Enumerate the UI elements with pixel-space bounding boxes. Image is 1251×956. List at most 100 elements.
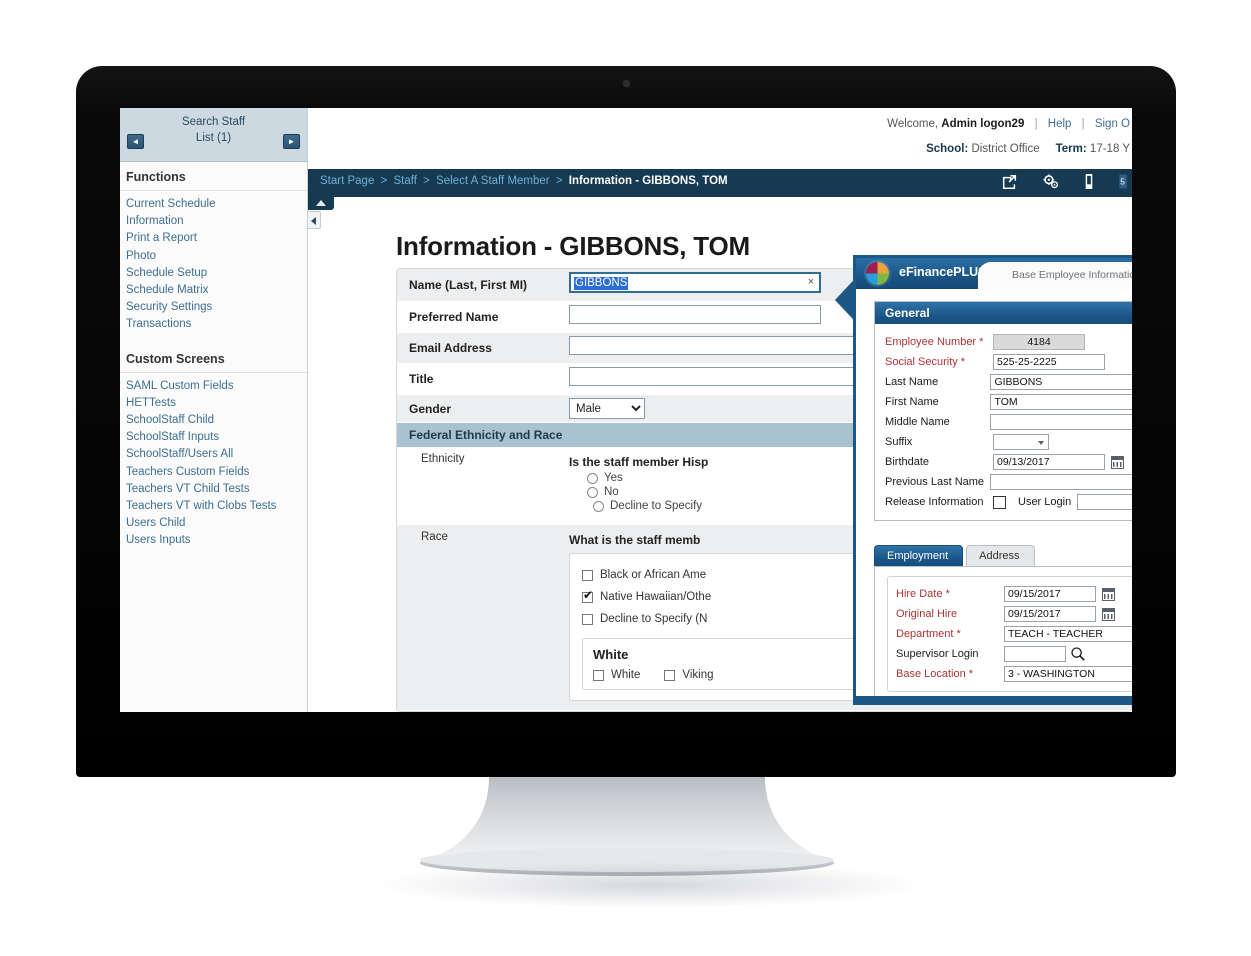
- release-information-label: Release Information: [885, 496, 984, 508]
- base-location-label: Base Location *: [896, 668, 974, 680]
- note-icon[interactable]: [1085, 174, 1093, 189]
- previous-last-name-label: Previous Last Name: [885, 476, 985, 488]
- user-name: Admin logon29: [941, 118, 1025, 130]
- sidebar-item-print-a-report[interactable]: Print a Report: [120, 230, 307, 247]
- custom-screens-list: SAML Custom Fields HETTests SchoolStaff …: [120, 373, 307, 550]
- checkbox-checked-icon[interactable]: [582, 589, 593, 603]
- calendar-icon[interactable]: [1102, 607, 1115, 621]
- modal-document-tab[interactable]: Base Employee Information Baseline Produ…: [978, 262, 1132, 289]
- birthdate-label: Birthdate: [885, 456, 930, 468]
- sidebar-item-hettests[interactable]: HETTests: [120, 395, 307, 412]
- hire-date-input[interactable]: 09/15/2017: [1004, 586, 1096, 602]
- sidebar-item-users-child[interactable]: Users Child: [120, 515, 307, 532]
- original-hire-input[interactable]: 09/15/2017: [1004, 606, 1096, 622]
- employee-number-value: 4184: [993, 334, 1085, 350]
- first-name-label: First Name: [885, 396, 939, 408]
- next-staff-button[interactable]: ►: [283, 134, 300, 149]
- gender-select[interactable]: Male: [569, 398, 645, 419]
- release-information-checkbox[interactable]: [993, 495, 1006, 509]
- original-hire-label: Original Hire: [896, 608, 958, 620]
- base-location-dropdown[interactable]: 3 - WASHINGTON: [1004, 666, 1132, 682]
- sidebar-item-schedule-matrix[interactable]: Schedule Matrix: [120, 282, 307, 299]
- radio-icon[interactable]: [587, 472, 598, 484]
- preferred-name-input[interactable]: [569, 305, 821, 324]
- last-name-input[interactable]: GIBBONS: [990, 374, 1132, 390]
- race-label: Race: [421, 531, 448, 543]
- modal-titlebar: eFinancePLUS Base Employee Information B…: [856, 258, 1132, 289]
- sidebar-item-schedule-setup[interactable]: Schedule Setup: [120, 265, 307, 282]
- social-security-input[interactable]: 525-25-2225: [993, 354, 1105, 370]
- first-name-input[interactable]: TOM: [990, 394, 1132, 410]
- social-security-label: Social Security *: [885, 356, 966, 368]
- previous-staff-button[interactable]: ◄: [127, 134, 144, 149]
- sidebar-item-transactions[interactable]: Transactions: [120, 316, 307, 333]
- white-option-viking[interactable]: Viking: [664, 669, 714, 681]
- previous-last-name-input[interactable]: [990, 474, 1132, 490]
- department-dropdown[interactable]: TEACH - TEACHER: [1004, 626, 1132, 642]
- sidebar-item-teachers-vt-child-tests[interactable]: Teachers VT Child Tests: [120, 481, 307, 498]
- checkbox-icon[interactable]: [664, 669, 676, 681]
- sidebar-item-saml-custom-fields[interactable]: SAML Custom Fields: [120, 378, 307, 395]
- search-staff-count: List (1): [195, 132, 232, 144]
- toolbar-icons: 5: [1002, 174, 1128, 189]
- social-security-row: Social Security * 525-25-2225: [885, 352, 1132, 372]
- email-label: Email Address: [409, 341, 492, 355]
- general-panel: General Employee Number * 4184 Social Se…: [874, 301, 1132, 521]
- radio-icon[interactable]: [593, 500, 604, 512]
- breadcrumb-sep-2: >: [423, 175, 430, 187]
- sidebar-item-schoolstaff-users-all[interactable]: SchoolStaff/Users All: [120, 446, 307, 463]
- breadcrumb-staff[interactable]: Staff: [393, 175, 416, 187]
- employment-fields: Hire Date * 09/15/2017 Original Hire 09/…: [887, 576, 1132, 692]
- report-icon[interactable]: 5: [1119, 174, 1128, 189]
- sidebar-item-photo[interactable]: Photo: [120, 248, 307, 265]
- sidebar-item-security-settings[interactable]: Security Settings: [120, 299, 307, 316]
- checkbox-icon[interactable]: [582, 569, 593, 581]
- sidebar-item-current-schedule[interactable]: Current Schedule: [120, 196, 307, 213]
- gender-label: Gender: [409, 401, 452, 416]
- help-link[interactable]: Help: [1048, 118, 1072, 130]
- white-option-white[interactable]: White: [593, 669, 640, 681]
- sidebar-item-schoolstaff-inputs[interactable]: SchoolStaff Inputs: [120, 429, 307, 446]
- birthdate-input[interactable]: 09/13/2017: [993, 454, 1105, 470]
- suffix-dropdown[interactable]: [993, 434, 1049, 450]
- calendar-icon[interactable]: [1102, 587, 1115, 601]
- suffix-label: Suffix: [885, 436, 913, 448]
- search-icon[interactable]: [1070, 646, 1086, 662]
- middle-name-label: Middle Name: [885, 416, 950, 428]
- breadcrumb-select-staff-member[interactable]: Select A Staff Member: [436, 175, 550, 187]
- user-login-input[interactable]: [1077, 494, 1132, 510]
- tab-employment[interactable]: Employment: [874, 545, 964, 566]
- supervisor-login-input[interactable]: [1004, 646, 1066, 662]
- clear-name-icon[interactable]: ×: [808, 276, 814, 288]
- efinanceplus-modal: eFinancePLUS Base Employee Information B…: [853, 255, 1132, 705]
- ethnicity-option-decline-label: Decline to Specify: [610, 500, 703, 512]
- sidebar-item-teachers-custom-fields[interactable]: Teachers Custom Fields: [120, 464, 307, 481]
- breadcrumb-start-page[interactable]: Start Page: [320, 175, 374, 187]
- sidebar-item-schoolstaff-child[interactable]: SchoolStaff Child: [120, 412, 307, 429]
- sidebar-item-teachers-vt-clobs-tests[interactable]: Teachers VT with Clobs Tests: [120, 498, 307, 515]
- middle-name-input[interactable]: [990, 414, 1132, 430]
- sidebar-collapse-button[interactable]: [308, 211, 321, 229]
- panel-collapse-tab[interactable]: [308, 197, 334, 210]
- svg-text:5: 5: [1120, 176, 1125, 186]
- checkbox-icon[interactable]: [582, 613, 593, 625]
- popout-icon[interactable]: [1002, 174, 1017, 189]
- radio-icon[interactable]: [587, 486, 598, 498]
- release-information-row: Release Information User Login: [885, 492, 1132, 512]
- school-term-row: School: District Office Term: 17-18 Y: [926, 143, 1130, 155]
- sidebar-item-information[interactable]: Information: [120, 213, 307, 230]
- calendar-icon[interactable]: [1111, 455, 1124, 469]
- settings-icon[interactable]: [1043, 174, 1059, 189]
- ethnicity-option-yes-label: Yes: [604, 472, 623, 484]
- white-option-white-label: White: [611, 669, 641, 681]
- department-label: Department *: [896, 628, 961, 640]
- sidebar-item-users-inputs[interactable]: Users Inputs: [120, 532, 307, 549]
- sign-out-link[interactable]: Sign O: [1095, 118, 1130, 130]
- tab-address[interactable]: Address: [966, 545, 1035, 566]
- base-location-row: Base Location * 3 - WASHINGTON: [896, 664, 1132, 684]
- name-input[interactable]: GIBBONS ×: [569, 272, 821, 293]
- modal-footer: [856, 696, 1132, 702]
- race-option-native-hawaiian-label: Native Hawaiian/Othe: [600, 591, 712, 603]
- checkbox-icon[interactable]: [593, 669, 604, 681]
- race-option-black-label: Black or African Ame: [600, 569, 707, 581]
